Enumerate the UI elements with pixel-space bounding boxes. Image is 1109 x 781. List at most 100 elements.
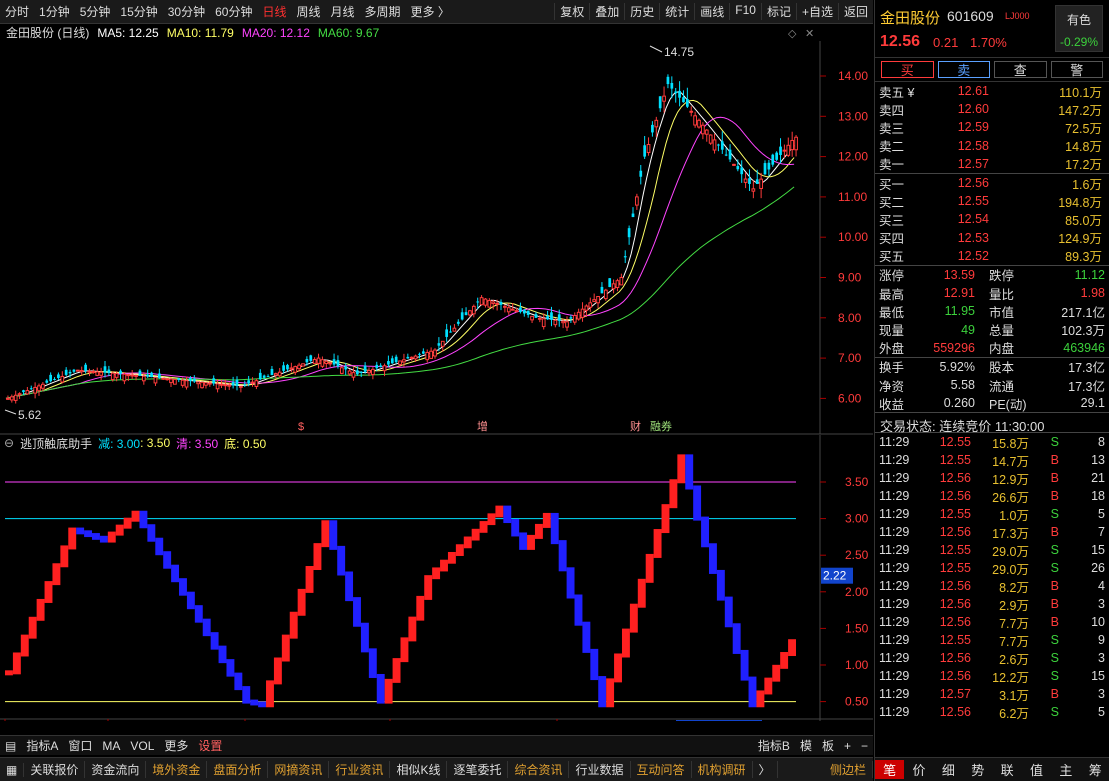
period-tab-8[interactable]: 月线: [326, 3, 360, 20]
trade-btn-1[interactable]: 卖: [937, 61, 990, 78]
stat2-row: 净资 5.58 流通 17.3亿: [875, 376, 1109, 394]
bottom-right-btn-2[interactable]: 板: [817, 737, 839, 754]
tick-count: 10: [1091, 615, 1105, 630]
ind-step: [329, 520, 338, 550]
info-tab-10[interactable]: 互动问答: [631, 761, 692, 778]
bottom-tab-2[interactable]: MA: [97, 739, 125, 753]
candle-body: [266, 376, 270, 378]
trade-btn-2[interactable]: 查: [994, 61, 1047, 78]
info-tab-9[interactable]: 行业数据: [569, 761, 631, 778]
stat-key: 外盘: [879, 342, 905, 357]
bottom-tab-1[interactable]: 窗口: [63, 737, 97, 754]
kline-chart[interactable]: 14.00 13.00 12.00 11.00 10.00 9.00 8.00 7.00 6.0…: [0, 24, 873, 721]
tick-list[interactable]: 11:29 12.55 15.8万 S 8 11:29 12.55 14.7万 B 13 11:29…: [875, 432, 1109, 721]
chart-title-bar: 金田股份 (日线) MA5: 12.25 MA10: 11.79 MA20: 1…: [0, 24, 873, 41]
toolbar-btn-3[interactable]: 统计: [659, 3, 694, 20]
grid-icon[interactable]: ▦: [0, 762, 25, 777]
info-tab-12[interactable]: 〉: [753, 761, 778, 778]
right-tab-3[interactable]: 势: [963, 760, 992, 779]
period-tab-6[interactable]: 日线: [257, 3, 291, 20]
toolbar-btn-6[interactable]: 标记: [760, 3, 796, 20]
toolbar-btn-7[interactable]: +自选: [795, 3, 838, 20]
period-tab-10[interactable]: 更多 〉: [406, 3, 455, 20]
stat2-row: 收益 0.260 PE(动) 29.1: [875, 394, 1109, 412]
info-tab-8[interactable]: 综合资讯: [508, 761, 570, 778]
toolbar-btn-2[interactable]: 历史: [624, 3, 659, 20]
candle-body: [398, 360, 402, 365]
period-tab-9[interactable]: 多周期: [360, 3, 406, 20]
ind-step: [234, 672, 243, 691]
stat-key2: 总量: [989, 324, 1015, 339]
info-tab-3[interactable]: 盘面分析: [207, 761, 269, 778]
bottom-tab-5[interactable]: 设置: [193, 737, 227, 754]
event-marker-1[interactable]: $: [298, 421, 304, 433]
candle-body: [697, 119, 701, 128]
ind-step: [250, 699, 259, 706]
bid-row: 买二 12.55 194.8万: [875, 192, 1109, 210]
tick-side: B: [1050, 525, 1059, 540]
period-tab-2[interactable]: 5分钟: [75, 3, 116, 20]
candle-body: [763, 163, 767, 175]
info-tab-7[interactable]: 逐笔委托: [447, 761, 509, 778]
event-marker-2[interactable]: 增: [477, 419, 488, 433]
period-tab-7[interactable]: 周线: [291, 3, 325, 20]
right-tab-7[interactable]: 筹: [1081, 760, 1109, 779]
period-tab-3[interactable]: 15分钟: [115, 3, 162, 20]
stat-key2: 市值: [989, 305, 1015, 320]
collapse-icon[interactable]: ⊖: [4, 436, 14, 450]
bottom-tab-4[interactable]: 更多: [159, 737, 193, 754]
toolbar-btn-5[interactable]: F10: [729, 3, 761, 20]
info-tab-2[interactable]: 境外资金: [146, 761, 208, 778]
info-tab-5[interactable]: 行业资讯: [329, 761, 391, 778]
candle-body: [157, 373, 161, 378]
bottom-tab-0[interactable]: 指标A: [21, 737, 63, 754]
stat-value: 559296: [933, 340, 975, 355]
toolbar-btn-4[interactable]: 画线: [694, 3, 729, 20]
right-tab-1[interactable]: 价: [904, 760, 933, 779]
info-tab-0[interactable]: 关联报价: [24, 761, 86, 778]
info-tab-4[interactable]: 网摘资讯: [268, 761, 330, 778]
right-tab-5[interactable]: 值: [1022, 760, 1051, 779]
toolbar-btn-8[interactable]: 返回: [837, 3, 873, 20]
info-tab-6[interactable]: 相似K线: [390, 761, 448, 778]
trade-btn-3[interactable]: 警: [1050, 61, 1103, 78]
candle-body: [550, 312, 553, 320]
right-tab-4[interactable]: 联: [993, 760, 1022, 779]
candle-body: [72, 369, 76, 372]
tick-time: 11:29: [879, 651, 910, 666]
candle-body: [262, 375, 266, 378]
info-tab-1[interactable]: 资金流向: [85, 761, 147, 778]
high-label: 14.75: [664, 45, 694, 59]
event-marker-3[interactable]: 财: [630, 419, 641, 433]
bottom-tab-3[interactable]: VOL: [125, 739, 159, 753]
tick-price: 12.56: [939, 669, 971, 684]
period-tab-4[interactable]: 30分钟: [163, 3, 210, 20]
event-marker-4[interactable]: 融券: [650, 419, 672, 433]
toolbar-btn-0[interactable]: 复权: [554, 3, 589, 20]
tick-row: 11:29 12.56 2.6万 S 3: [875, 649, 1109, 667]
ind-step: [5, 670, 13, 676]
bottom-right-btn-1[interactable]: 模: [795, 737, 817, 754]
bottom-right-btn-4[interactable]: −: [856, 739, 873, 753]
ind-step: [756, 690, 765, 708]
right-tab-0[interactable]: 笔: [875, 760, 905, 779]
ask-price: 12.59: [957, 120, 989, 135]
candle-body: [379, 365, 383, 367]
candle-body: [309, 355, 313, 361]
panel-icon[interactable]: ▤: [0, 739, 21, 753]
candle-body: [91, 371, 96, 374]
period-tab-1[interactable]: 1分钟: [34, 3, 75, 20]
info-tab-13[interactable]: 侧边栏: [824, 761, 873, 778]
trade-btn-0[interactable]: 买: [881, 61, 934, 78]
period-tab-0[interactable]: 分时: [0, 3, 34, 20]
info-tab-11[interactable]: 机构调研: [692, 761, 753, 778]
sector-box[interactable]: 有色 -0.29%: [1055, 5, 1103, 52]
ind-step: [194, 605, 203, 623]
right-tab-2[interactable]: 细: [934, 760, 963, 779]
right-tab-6[interactable]: 主: [1051, 760, 1080, 779]
candle-body: [119, 370, 122, 374]
bottom-right-btn-0[interactable]: 指标B: [753, 737, 795, 754]
bottom-right-btn-3[interactable]: +: [839, 739, 856, 753]
toolbar-btn-1[interactable]: 叠加: [589, 3, 624, 20]
period-tab-5[interactable]: 60分钟: [210, 3, 257, 20]
